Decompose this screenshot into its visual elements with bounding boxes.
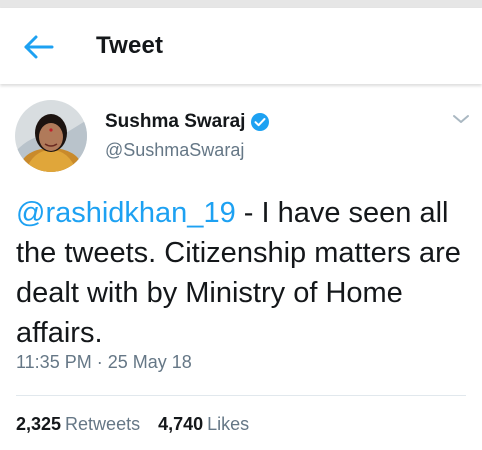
tweet-menu-button[interactable] (450, 110, 472, 128)
author-name[interactable]: Sushma Swaraj (105, 111, 245, 133)
author-handle[interactable]: @SushmaSwaraj (105, 140, 244, 161)
profile-photo (15, 100, 87, 172)
likes-label: Likes (207, 414, 250, 434)
retweets-count: 2,325 (16, 414, 62, 434)
likes-stat[interactable]: 4,740 Likes (158, 414, 249, 435)
back-button[interactable] (18, 32, 58, 62)
mention-link[interactable]: @rashidkhan_19 (16, 197, 236, 229)
tweet-time: 11:35 PM (16, 352, 92, 372)
avatar[interactable] (15, 100, 87, 172)
timestamp-separator: · (91, 352, 108, 372)
divider (16, 395, 466, 396)
retweets-stat[interactable]: 2,325 Retweets (16, 414, 140, 435)
tweet-body: @rashidkhan_19 - I have seen all the twe… (16, 193, 476, 353)
chevron-down-icon (453, 115, 469, 123)
timestamp: 11:35 PM · 25 May 18 (16, 352, 192, 373)
top-app-bar: Tweet (0, 8, 482, 84)
status-bar (0, 0, 482, 8)
tweet-date: 25 May 18 (107, 352, 192, 372)
likes-count: 4,740 (158, 414, 204, 434)
retweets-label: Retweets (65, 414, 141, 434)
page-title: Tweet (96, 32, 164, 59)
engagement-stats: 2,325 Retweets 4,740 Likes (16, 414, 267, 435)
author-name-row: Sushma Swaraj (105, 111, 270, 133)
arrow-left-icon (24, 35, 54, 59)
verified-badge-icon (250, 112, 270, 132)
